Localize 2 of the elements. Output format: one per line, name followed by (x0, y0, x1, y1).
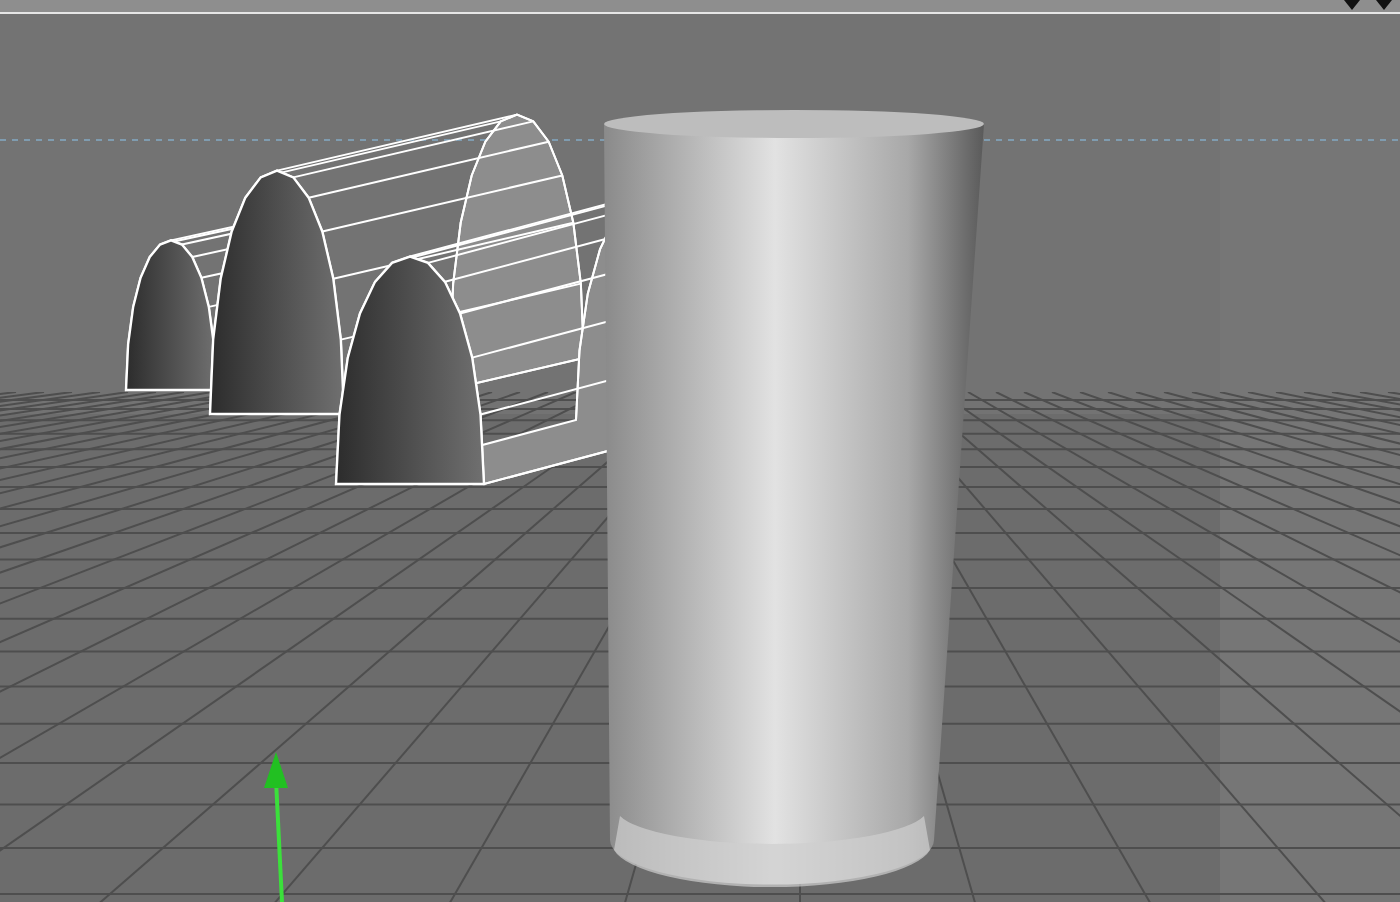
3d-viewport[interactable] (0, 14, 1400, 902)
axis-arrow-icon (264, 752, 288, 902)
